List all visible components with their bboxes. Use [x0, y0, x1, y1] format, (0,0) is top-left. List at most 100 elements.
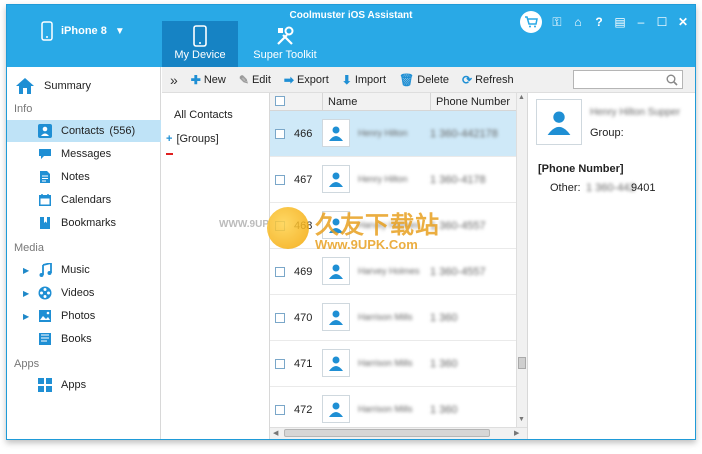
- pencil-icon: ✎: [238, 72, 249, 87]
- vertical-scrollbar[interactable]: ▲ ▼: [516, 93, 527, 427]
- export-label: Export: [296, 73, 329, 86]
- groups-item[interactable]: + [Groups]: [166, 133, 219, 145]
- sidebar-item-label: Calendars: [61, 194, 112, 206]
- scroll-up-arrow-icon[interactable]: ▲: [518, 94, 525, 101]
- expand-arrow-icon[interactable]: ▶: [23, 289, 29, 298]
- feedback-icon[interactable]: ▤: [614, 15, 626, 29]
- refresh-icon: ⟳: [462, 72, 473, 87]
- sidebar-item-music[interactable]: ▶ Music: [7, 259, 161, 281]
- tab-my-device[interactable]: My Device: [162, 21, 238, 67]
- minimize-icon[interactable]: –: [635, 15, 647, 29]
- collapse-minus-icon[interactable]: [166, 153, 173, 155]
- avatar: [322, 119, 350, 147]
- row-checkbox[interactable]: [275, 267, 285, 277]
- scroll-down-arrow-icon[interactable]: ▼: [518, 416, 525, 423]
- edit-label: Edit: [251, 73, 271, 86]
- sidebar-item-label: Contacts: [61, 125, 105, 137]
- contact-detail-panel: Henry Hilton Supper Group: [Phone Number…: [527, 93, 695, 439]
- close-icon[interactable]: ✕: [677, 15, 689, 29]
- device-name: iPhone 8: [61, 25, 107, 37]
- section-media: Media: [14, 242, 44, 254]
- section-info: Info: [14, 103, 33, 115]
- scroll-left-arrow-icon[interactable]: ◀: [273, 429, 278, 437]
- sidebar-item-summary[interactable]: Summary: [7, 73, 161, 99]
- row-checkbox[interactable]: [275, 359, 285, 369]
- row-checkbox[interactable]: [275, 175, 285, 185]
- row-id: 466: [294, 128, 313, 140]
- contact-name: Henry Hilton: [358, 128, 408, 138]
- music-icon: [38, 263, 52, 277]
- column-name[interactable]: Name: [328, 96, 357, 108]
- column-phone[interactable]: Phone Number: [436, 96, 510, 108]
- sidebar-item-label: Books: [61, 333, 92, 345]
- person-icon: [329, 402, 343, 417]
- refresh-label: Refresh: [475, 73, 514, 86]
- table-row[interactable]: 467 Henry Hilton 1 360-4178: [270, 157, 516, 203]
- table-row[interactable]: 466 Henry Hilton 1 360-442178: [270, 111, 516, 157]
- groups-panel: All Contacts + [Groups]: [162, 93, 270, 439]
- watermark: WWW.9UPK.COM 久友下载站 Www.9UPK.Com: [219, 205, 449, 261]
- expand-arrow-icon[interactable]: ▶: [23, 312, 29, 321]
- scroll-right-arrow-icon[interactable]: ▶: [514, 429, 519, 437]
- avatar: [536, 99, 582, 145]
- window-controls: ⚿ ⌂ ? ▤ – ☐ ✕: [520, 11, 689, 33]
- sidebar-item-apps[interactable]: Apps: [7, 374, 161, 396]
- title-bar: Coolmuster iOS Assistant iPhone 8 ▼ My D…: [7, 5, 695, 67]
- export-arrow-icon: ➡: [283, 72, 294, 87]
- sidebar-item-notes[interactable]: Notes: [7, 166, 161, 188]
- watermark-url-2: Www.9UPK.Com: [315, 237, 418, 252]
- select-all-checkbox[interactable]: [275, 96, 285, 106]
- search-input[interactable]: [573, 70, 683, 89]
- row-checkbox[interactable]: [275, 313, 285, 323]
- collapse-panel-icon[interactable]: »: [170, 72, 178, 88]
- detail-group-label: Group:: [590, 127, 624, 139]
- key-icon[interactable]: ⚿: [551, 15, 563, 29]
- sidebar-item-books[interactable]: Books: [7, 328, 161, 350]
- column-divider: [430, 93, 431, 111]
- scroll-thumb[interactable]: [518, 357, 526, 369]
- sidebar-item-label: Summary: [44, 80, 92, 92]
- plus-icon: ✚: [190, 72, 201, 87]
- contact-name: Henry Hilton: [358, 174, 408, 184]
- horizontal-scrollbar[interactable]: ◀ ▶: [270, 427, 527, 439]
- refresh-button[interactable]: ⟳ Refresh: [462, 73, 514, 87]
- sidebar-item-messages[interactable]: Messages: [7, 143, 161, 165]
- photo-icon: [38, 309, 52, 323]
- new-label: New: [203, 73, 226, 86]
- sidebar-item-videos[interactable]: ▶ Videos: [7, 282, 161, 304]
- edit-button[interactable]: ✎ Edit: [239, 73, 271, 87]
- sidebar-item-label: Bookmarks: [61, 217, 117, 229]
- row-id: 467: [294, 174, 313, 186]
- sidebar-item-photos[interactable]: ▶ Photos: [7, 305, 161, 327]
- contact-phone: 1 360-442178: [430, 128, 498, 140]
- scroll-thumb[interactable]: [284, 429, 490, 437]
- expand-plus-icon[interactable]: +: [166, 133, 172, 145]
- contact-phone: 1 360: [430, 404, 458, 416]
- sidebar-item-contacts[interactable]: Contacts (556): [7, 120, 161, 142]
- sidebar-item-calendars[interactable]: Calendars: [7, 189, 161, 211]
- delete-button[interactable]: 🗑 Delete: [399, 73, 449, 87]
- home-icon[interactable]: ⌂: [572, 15, 584, 29]
- row-checkbox[interactable]: [275, 129, 285, 139]
- detail-other-value-hidden: 1 360-442: [586, 182, 636, 194]
- help-icon[interactable]: ?: [593, 15, 605, 29]
- device-selector[interactable]: iPhone 8 ▼: [41, 21, 125, 41]
- contact-name: Harvey Holmes: [358, 266, 420, 276]
- all-contacts-item[interactable]: All Contacts: [174, 109, 233, 121]
- expand-arrow-icon[interactable]: ▶: [23, 266, 29, 275]
- person-icon: [329, 264, 343, 279]
- bookmark-icon: [38, 216, 52, 230]
- maximize-icon[interactable]: ☐: [656, 15, 668, 29]
- sidebar-item-bookmarks[interactable]: Bookmarks: [7, 212, 161, 234]
- cart-icon[interactable]: [520, 11, 542, 33]
- export-button[interactable]: ➡ Export: [284, 73, 329, 87]
- row-checkbox[interactable]: [275, 405, 285, 415]
- home-icon: [15, 76, 35, 96]
- new-button[interactable]: ✚ New: [191, 73, 226, 87]
- tab-super-toolkit[interactable]: Super Toolkit: [247, 21, 323, 67]
- table-row[interactable]: 471 Harrison Mills 1 360: [270, 341, 516, 387]
- table-row[interactable]: 470 Harrison Mills 1 360: [270, 295, 516, 341]
- note-icon: [38, 170, 52, 184]
- import-button[interactable]: ⬇ Import: [342, 73, 386, 87]
- person-icon: [329, 310, 343, 325]
